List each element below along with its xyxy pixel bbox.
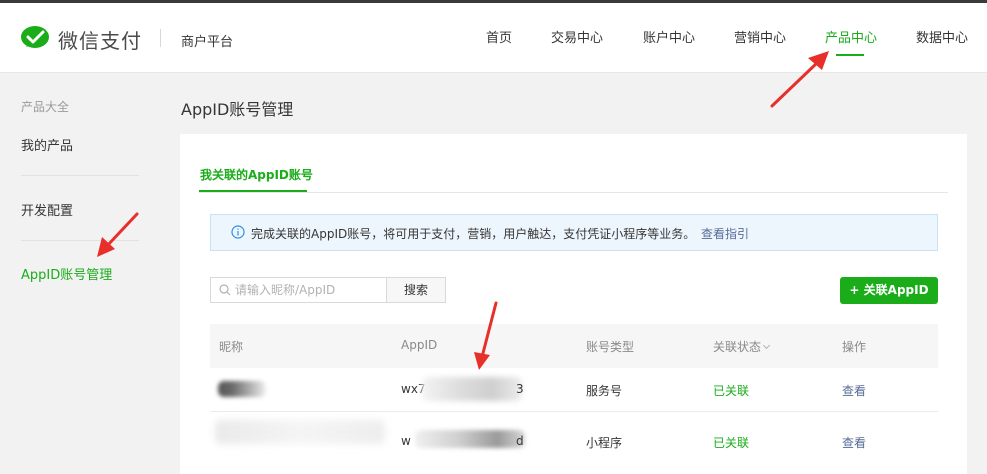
- column-header-nickname: 昵称: [219, 340, 244, 354]
- appid-suffix: 3: [516, 382, 524, 396]
- search-button[interactable]: 搜索: [386, 277, 446, 303]
- view-button[interactable]: 查看: [842, 382, 866, 399]
- nav-account-center[interactable]: 账户中心: [643, 27, 695, 46]
- sidebar: 产品大全 我的产品 开发配置 AppID账号管理: [0, 74, 160, 474]
- notice-text: 完成关联的AppID账号，将可用于支付，营销，用户触达，支付凭证小程序等业务。: [251, 227, 696, 241]
- account-type: 服务号: [586, 384, 623, 398]
- redacted-appid: [422, 377, 522, 401]
- nav-product-center[interactable]: 产品中心: [825, 27, 877, 46]
- sidebar-divider: [21, 175, 139, 176]
- column-header-account-type: 账号类型: [586, 340, 635, 354]
- nav-trade-center[interactable]: 交易中心: [551, 27, 603, 46]
- header-divider: [160, 29, 161, 47]
- sidebar-item-my-products[interactable]: 我的产品: [21, 135, 73, 154]
- nav-active-indicator: [836, 54, 864, 56]
- column-header-actions: 操作: [842, 340, 867, 354]
- page-title: AppID账号管理: [181, 100, 294, 119]
- view-guide-link[interactable]: 查看指引: [701, 225, 749, 242]
- header: 微信支付 商户平台 首页 交易中心 账户中心 营销中心 产品中心 数据中心: [0, 3, 987, 73]
- link-status: 已关联: [713, 436, 750, 450]
- account-type: 小程序: [586, 436, 623, 450]
- search-input[interactable]: [235, 281, 383, 299]
- nav-data-center[interactable]: 数据中心: [916, 27, 968, 46]
- redacted-appid: [415, 430, 525, 448]
- sidebar-title: 产品大全: [21, 100, 70, 114]
- table-row: wx7 3 服务号 已关联 查看: [210, 368, 938, 412]
- brand-name: 微信支付: [58, 29, 142, 53]
- wechat-pay-logo-icon: [21, 26, 49, 48]
- column-header-appid: AppID: [401, 338, 438, 352]
- sidebar-item-dev-config[interactable]: 开发配置: [21, 200, 73, 219]
- appid-prefix: w: [401, 434, 411, 448]
- nav-marketing-center[interactable]: 营销中心: [734, 27, 786, 46]
- add-appid-button[interactable]: + 关联AppID: [840, 277, 938, 304]
- notice-bar: 完成关联的AppID账号，将可用于支付，营销，用户触达，支付凭证小程序等业务。 …: [210, 214, 938, 251]
- appid-suffix: d: [516, 434, 524, 448]
- table-header: 昵称 AppID 账号类型 关联状态 操作: [210, 324, 938, 368]
- tab-divider: [199, 192, 948, 193]
- nav-home[interactable]: 首页: [486, 27, 512, 46]
- platform-name: 商户平台: [181, 35, 234, 50]
- link-status: 已关联: [713, 384, 750, 398]
- info-icon: [231, 225, 245, 239]
- redacted-nickname: [218, 381, 266, 397]
- column-header-link-status[interactable]: 关联状态: [713, 338, 771, 355]
- tab-linked-appid[interactable]: 我关联的AppID账号: [200, 166, 313, 183]
- view-button[interactable]: 查看: [842, 434, 866, 451]
- sidebar-divider: [21, 240, 139, 241]
- search-icon: [219, 284, 231, 296]
- content-card: 我关联的AppID账号 完成关联的AppID账号，将可用于支付，营销，用户触达，…: [180, 134, 967, 474]
- redacted-nickname: [215, 420, 385, 444]
- sidebar-item-appid-management[interactable]: AppID账号管理: [21, 264, 112, 283]
- column-header-link-status-label: 关联状态: [713, 340, 762, 354]
- table-row: w d 小程序 已关联 查看: [210, 412, 938, 456]
- search-box: [210, 277, 387, 303]
- chevron-down-icon: [762, 341, 771, 350]
